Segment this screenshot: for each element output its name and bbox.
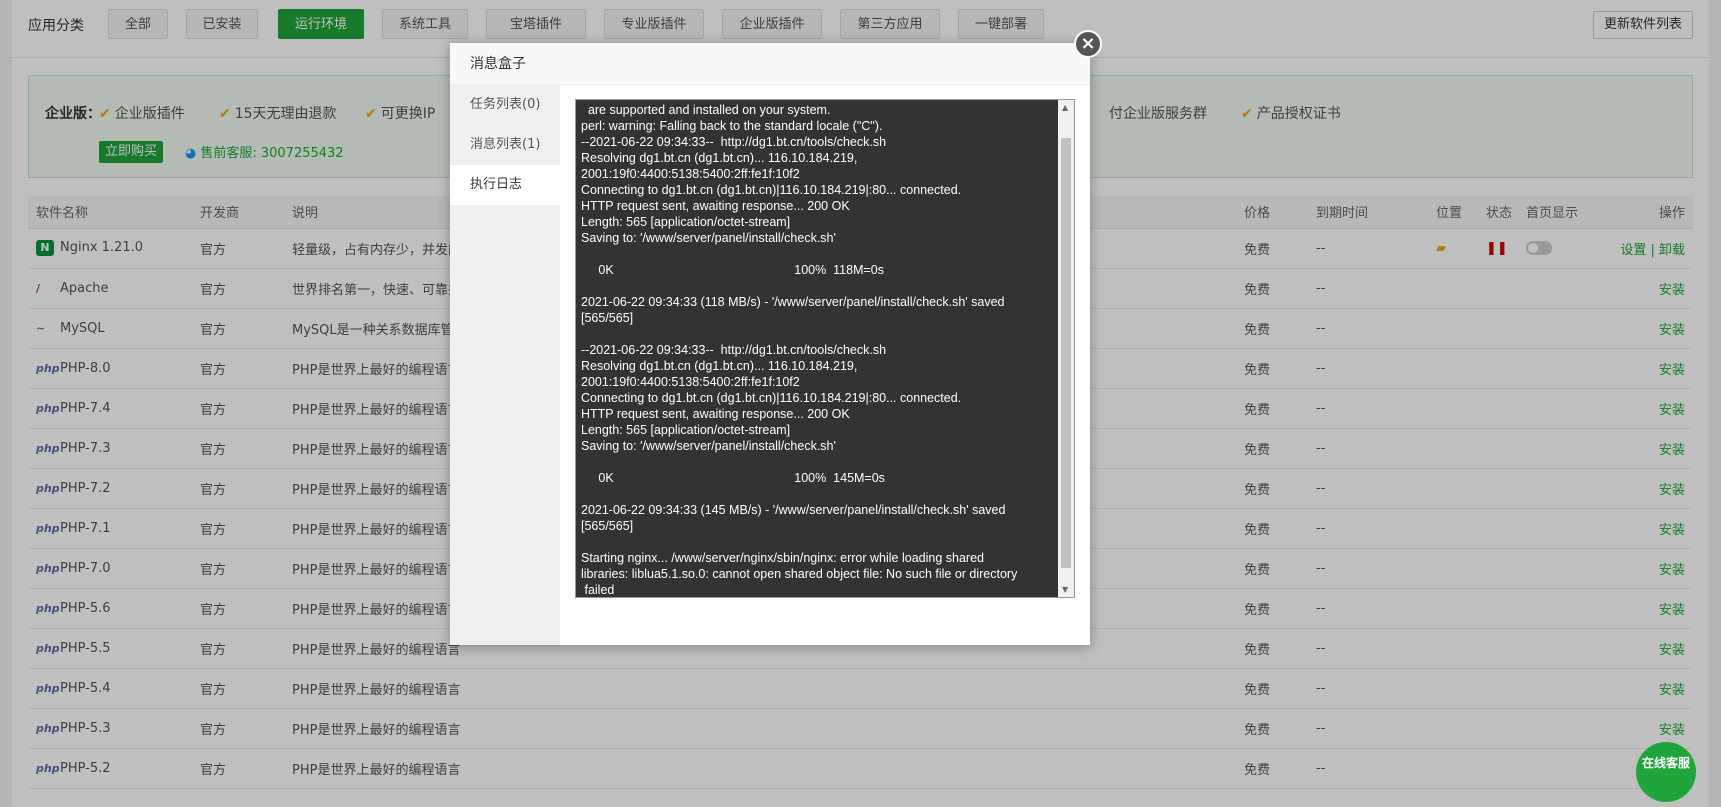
log-line: HTTP request sent, awaiting response... … bbox=[581, 407, 850, 421]
close-icon[interactable]: × bbox=[1074, 30, 1102, 58]
log-line: Connecting to dg1.bt.cn (dg1.bt.cn)|116.… bbox=[581, 391, 962, 405]
online-service-button[interactable]: 在线客服 bbox=[1636, 742, 1696, 802]
log-line: Resolving dg1.bt.cn (dg1.bt.cn)... 116.1… bbox=[581, 151, 858, 165]
scroll-down-icon[interactable]: ▼ bbox=[1062, 585, 1068, 594]
scroll-up-icon[interactable]: ▲ bbox=[1062, 103, 1068, 112]
tab-execution-log[interactable]: 执行日志 bbox=[450, 165, 560, 205]
log-line: Saving to: '/www/server/panel/install/ch… bbox=[581, 439, 836, 453]
log-container: are supported and installed on your syst… bbox=[575, 99, 1075, 598]
log-line: libraries: liblua5.1.so.0: cannot open s… bbox=[581, 567, 1018, 581]
message-box-modal: 消息盒子 任务列表(0) 消息列表(1) 执行日志 are supported … bbox=[450, 43, 1090, 645]
log-line: --2021-06-22 09:34:33-- http://dg1.bt.cn… bbox=[581, 343, 887, 357]
tab-message-list[interactable]: 消息列表(1) bbox=[450, 125, 560, 165]
log-line: 0K 100% 118M=0s bbox=[581, 263, 885, 277]
log-line: 0K 100% 145M=0s bbox=[581, 471, 885, 485]
log-line: [565/565] bbox=[581, 311, 634, 325]
log-line: 2021-06-22 09:34:33 (118 MB/s) - '/www/s… bbox=[581, 295, 1005, 309]
execution-log-output[interactable]: are supported and installed on your syst… bbox=[576, 100, 1058, 597]
log-line: Resolving dg1.bt.cn (dg1.bt.cn)... 116.1… bbox=[581, 359, 858, 373]
log-line: perl: warning: Falling back to the stand… bbox=[581, 119, 883, 133]
log-line: Saving to: '/www/server/panel/install/ch… bbox=[581, 231, 836, 245]
log-line: Connecting to dg1.bt.cn (dg1.bt.cn)|116.… bbox=[581, 183, 962, 197]
log-line: are supported and installed on your syst… bbox=[581, 103, 831, 117]
tab-task-list[interactable]: 任务列表(0) bbox=[450, 85, 560, 125]
log-line: --2021-06-22 09:34:33-- http://dg1.bt.cn… bbox=[581, 135, 887, 149]
log-line: HTTP request sent, awaiting response... … bbox=[581, 199, 850, 213]
log-line: Length: 565 [application/octet-stream] bbox=[581, 215, 791, 229]
log-line: 2001:19f0:4400:5138:5400:2ff:fe1f:10f2 bbox=[581, 375, 800, 389]
log-line: 2021-06-22 09:34:33 (145 MB/s) - '/www/s… bbox=[581, 503, 1006, 517]
modal-title: 消息盒子 bbox=[450, 43, 1090, 85]
scrollbar-thumb[interactable] bbox=[1061, 138, 1071, 568]
log-line: [565/565] bbox=[581, 519, 634, 533]
log-scrollbar[interactable]: ▲ ▼ bbox=[1058, 100, 1074, 597]
log-line: 2001:19f0:4400:5138:5400:2ff:fe1f:10f2 bbox=[581, 167, 800, 181]
log-line: Length: 565 [application/octet-stream] bbox=[581, 423, 791, 437]
log-line: failed bbox=[581, 583, 615, 597]
log-line: Starting nginx... /www/server/nginx/sbin… bbox=[581, 551, 984, 565]
modal-sidebar: 任务列表(0) 消息列表(1) 执行日志 bbox=[450, 85, 560, 645]
